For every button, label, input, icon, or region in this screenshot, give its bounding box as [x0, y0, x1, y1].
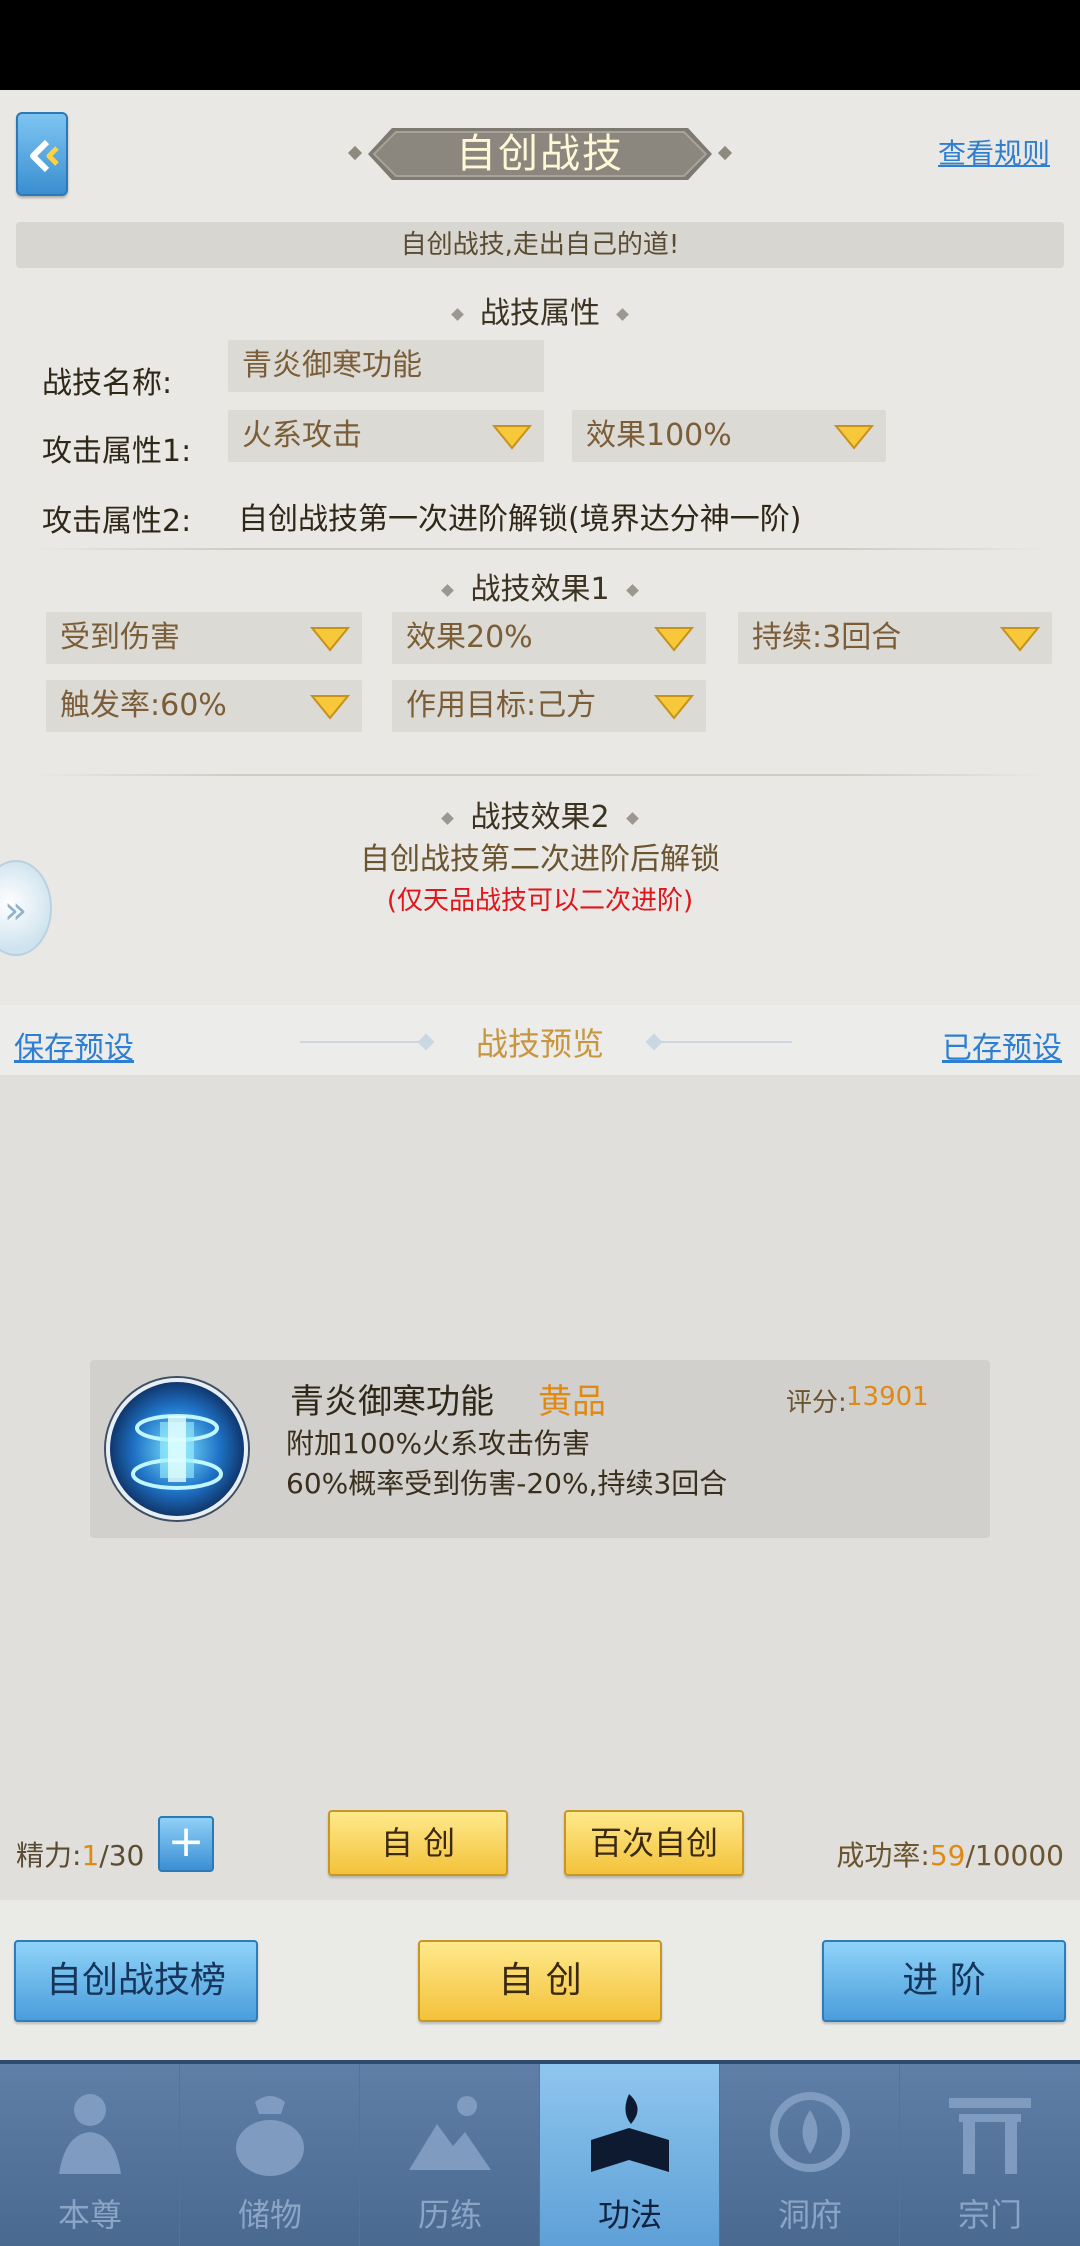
skill-emblem-icon: [106, 1378, 248, 1520]
effect1-type-value: 受到伤害: [60, 620, 180, 655]
effect1-effect-value: 效果20%: [406, 620, 533, 655]
divider: [662, 1041, 792, 1043]
effect1-trigger-value: 触发率:60%: [60, 688, 227, 723]
energy-counter: 精力:1/30: [16, 1834, 144, 1874]
attack1-effect-dropdown[interactable]: 效果100%: [572, 410, 886, 462]
create-button[interactable]: 自 创: [418, 1940, 662, 2022]
skill-score-label: 评分:: [786, 1388, 847, 1418]
skill-description-line: 附加100%火系攻击伤害: [286, 1427, 591, 1460]
effect2-note: (仅天品战技可以二次进阶): [386, 886, 694, 916]
view-rules-link[interactable]: 查看规则: [938, 132, 1050, 172]
nav-label: 历练: [417, 2196, 482, 2234]
skill-name: 青炎御寒功能: [290, 1382, 494, 1422]
sect-gate-icon: [949, 2098, 1031, 2174]
title-left-ornament: [347, 145, 363, 161]
plus-icon: +: [167, 1816, 205, 1867]
advance-button[interactable]: 进 阶: [822, 1940, 1066, 2022]
preview-bar: 保存预设 战技预览 已存预设: [0, 1005, 1080, 1075]
nav-item-storage[interactable]: 储物: [180, 2064, 360, 2246]
preview-title: 战技预览: [475, 1025, 604, 1063]
chevron-down-icon: [654, 695, 694, 720]
chevron-down-icon: [654, 627, 694, 652]
character-icon: [59, 2094, 121, 2174]
bottom-nav: 本尊 储物 历练 功法 洞府 宗门: [0, 2060, 1080, 2246]
nav-item-skills[interactable]: 功法: [540, 2064, 720, 2246]
effect1-type-dropdown[interactable]: 受到伤害: [46, 612, 362, 664]
nav-label: 洞府: [777, 2196, 842, 2234]
mountain-icon: [409, 2096, 491, 2170]
skill-description-line: 60%概率受到伤害-20%,持续3回合: [286, 1467, 728, 1500]
attributes-section-title: 战技属性: [0, 288, 1080, 332]
ranking-button[interactable]: 自创战技榜: [14, 1940, 258, 2022]
success-denominator: /10000: [965, 1839, 1064, 1872]
title-right-ornament: [717, 145, 733, 161]
bag-icon: [236, 2096, 304, 2176]
nav-item-sect[interactable]: 宗门: [900, 2064, 1080, 2246]
effect1-target-dropdown[interactable]: 作用目标:己方: [392, 680, 706, 732]
create-once-button[interactable]: 自 创: [328, 1810, 508, 1876]
title-plate: 自创战技: [368, 128, 712, 180]
effect1-section-title: 战技效果1: [0, 564, 1080, 608]
double-chevron-right-icon: »: [4, 888, 28, 932]
energy-label: 精力:: [16, 1839, 82, 1872]
success-rate: 成功率:59/10000: [836, 1834, 1064, 1874]
nav-label: 本尊: [57, 2196, 122, 2234]
nav-item-character[interactable]: 本尊: [0, 2064, 180, 2246]
screen: 自创战技 查看规则 自创战技,走出自己的道! 战技属性 战技名称: 青炎御寒功能…: [0, 90, 1080, 2246]
divider: [30, 548, 1050, 550]
skill-name-label: 战技名称:: [42, 366, 173, 401]
page-title: 自创战技: [456, 131, 624, 177]
back-button[interactable]: [16, 112, 68, 196]
attack1-type-value: 火系攻击: [242, 418, 362, 453]
bottom-action-bar: 自创战技榜 自 创 进 阶: [0, 1900, 1080, 2060]
attack1-label: 攻击属性1:: [42, 434, 192, 469]
nav-item-cave[interactable]: 洞府: [720, 2064, 900, 2246]
slogan-banner: 自创战技,走出自己的道!: [16, 222, 1064, 268]
effect1-target-value: 作用目标:己方: [406, 688, 597, 723]
add-energy-button[interactable]: +: [158, 1816, 214, 1872]
cave-icon: [770, 2092, 850, 2172]
status-bar: [0, 0, 1080, 90]
nav-label: 功法: [597, 2196, 662, 2234]
attack1-type-dropdown[interactable]: 火系攻击: [228, 410, 544, 462]
skill-score: 13901: [846, 1382, 929, 1412]
divider: [30, 774, 1050, 776]
nav-label: 储物: [237, 2196, 302, 2234]
back-arrow-icon: [30, 140, 59, 172]
chevron-down-icon: [492, 425, 532, 450]
effect1-duration-dropdown[interactable]: 持续:3回合: [738, 612, 1052, 664]
chevron-down-icon: [1000, 627, 1040, 652]
header: 自创战技 查看规则: [0, 90, 1080, 220]
effect2-section-title: 战技效果2: [0, 792, 1080, 836]
skill-preview-card: 青炎御寒功能 黄品 评分: 13901 附加100%火系攻击伤害 60%概率受到…: [90, 1360, 990, 1538]
effect1-effect-dropdown[interactable]: 效果20%: [392, 612, 706, 664]
effect1-duration-value: 持续:3回合: [752, 620, 902, 655]
energy-current: 1: [81, 1839, 100, 1872]
skill-grade: 黄品: [538, 1382, 606, 1422]
chevron-down-icon: [310, 627, 350, 652]
effect2-unlock-text: 自创战技第二次进阶后解锁: [360, 842, 720, 877]
skill-emblem-art: [131, 1414, 223, 1490]
nav-label: 宗门: [957, 2196, 1022, 2234]
energy-max: /30: [99, 1839, 145, 1872]
saved-presets-link[interactable]: 已存预设: [942, 1023, 1062, 1067]
skill-config-panel: 自创战技 查看规则 自创战技,走出自己的道! 战技属性 战技名称: 青炎御寒功能…: [0, 90, 1080, 1005]
effect1-trigger-dropdown[interactable]: 触发率:60%: [46, 680, 362, 732]
attack2-label: 攻击属性2:: [42, 504, 192, 539]
book-icon: [591, 2094, 669, 2172]
attack1-effect-value: 效果100%: [586, 418, 732, 453]
nav-item-training[interactable]: 历练: [360, 2064, 540, 2246]
success-numerator: 59: [929, 1839, 966, 1872]
create-hundred-button[interactable]: 百次自创: [564, 1810, 744, 1876]
chevron-down-icon: [310, 695, 350, 720]
success-label: 成功率:: [836, 1839, 930, 1872]
attack2-unlock-text: 自创战技第一次进阶解锁(境界达分神一阶): [238, 502, 802, 537]
chevron-down-icon: [834, 425, 874, 450]
skill-name-input[interactable]: 青炎御寒功能: [228, 340, 544, 392]
